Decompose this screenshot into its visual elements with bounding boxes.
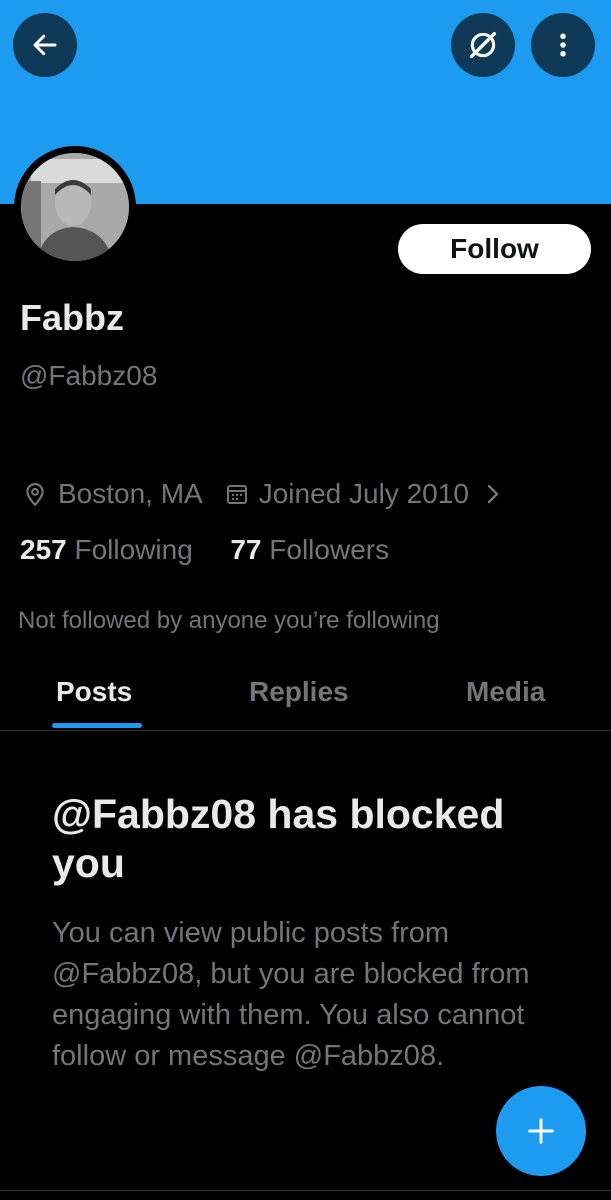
compose-post-button[interactable]: [496, 1086, 586, 1176]
following-link[interactable]: 257 Following: [20, 534, 193, 565]
profile-tabs: Posts Replies Media: [0, 660, 611, 731]
tab-posts[interactable]: Posts: [56, 676, 132, 708]
tab-replies[interactable]: Replies: [249, 676, 349, 708]
location-pin-icon: [22, 481, 48, 507]
avatar-photo: [21, 153, 129, 261]
tab-media[interactable]: Media: [466, 676, 545, 708]
following-count: 257: [20, 534, 67, 565]
followers-link[interactable]: 77 Followers: [230, 534, 389, 565]
user-handle: @Fabbz08: [20, 360, 158, 391]
vertical-ellipsis-icon: [560, 33, 566, 57]
blocked-message: You can view public posts from @Fabbz08,…: [52, 917, 530, 1072]
follow-counts: 257 Following 77 Followers: [20, 534, 389, 566]
active-tab-indicator: [52, 723, 142, 728]
back-button[interactable]: [13, 13, 77, 77]
blocked-title: @Fabbz08 has blocked you: [52, 791, 505, 886]
more-options-button[interactable]: [531, 13, 595, 77]
chevron-right-icon[interactable]: [483, 482, 503, 506]
following-label: Following: [74, 534, 193, 565]
calendar-icon: [225, 482, 249, 506]
avatar[interactable]: [14, 146, 136, 268]
location-text: Boston, MA: [58, 478, 203, 509]
followers-label: Followers: [269, 534, 390, 565]
followers-count: 77: [230, 534, 262, 565]
plus-icon: [528, 1118, 554, 1144]
display-name: Fabbz: [20, 297, 124, 338]
not-followed-notice: Not followed by anyone you’re following: [18, 607, 440, 634]
follow-button[interactable]: Follow: [398, 224, 591, 274]
joined-date: Joined July 2010: [258, 478, 469, 509]
grok-button[interactable]: [451, 13, 515, 77]
profile-meta: Boston, MA Joined July 2010: [22, 474, 503, 514]
arrow-left-icon: [33, 34, 57, 56]
divider: [0, 1190, 611, 1191]
grok-slash-icon: [469, 31, 497, 59]
